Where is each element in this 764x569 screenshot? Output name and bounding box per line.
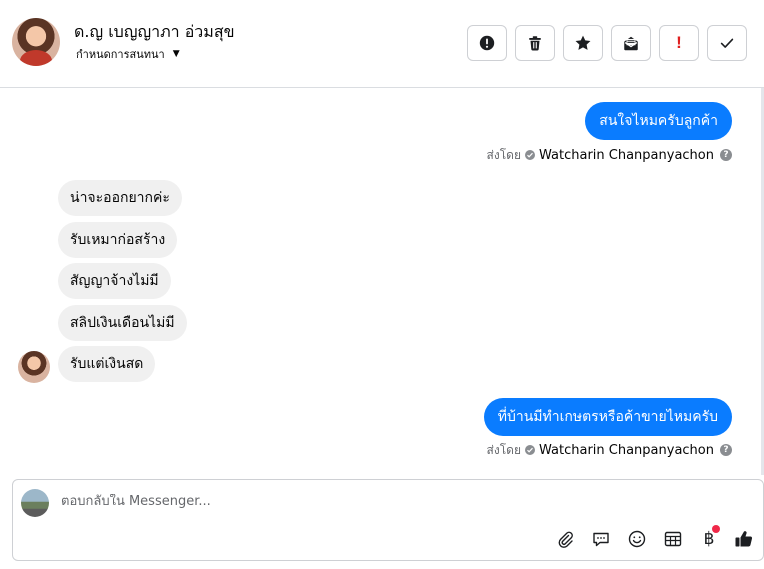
delete-button[interactable] bbox=[515, 25, 555, 61]
sent-by-prefix: ส่งโดย bbox=[486, 147, 521, 162]
speech-bubble-icon bbox=[593, 532, 609, 547]
smiley-icon bbox=[628, 530, 646, 548]
message-bubble-incoming[interactable]: รับแต่เงินสด bbox=[58, 346, 156, 382]
message-thread[interactable]: สนใจไหมครับลูกค้า ส่งโดย Watcharin Chanp… bbox=[0, 88, 764, 475]
payment-button[interactable]: ฿ bbox=[697, 525, 721, 551]
sent-by-line: ส่งโดย Watcharin Chanpanyachon ? bbox=[487, 147, 732, 163]
help-icon[interactable]: ? bbox=[720, 149, 732, 161]
page-avatar bbox=[21, 489, 49, 517]
exclamation-icon: ! bbox=[676, 33, 682, 52]
thumbs-up-icon bbox=[735, 531, 753, 547]
emoji-button[interactable] bbox=[625, 527, 649, 551]
assign-conversation-dropdown[interactable]: กำหนดการสนทนา ▼ bbox=[76, 45, 180, 63]
paperclip-icon bbox=[558, 531, 573, 548]
table-grid-icon bbox=[664, 531, 682, 547]
verified-check-icon bbox=[525, 150, 535, 160]
sent-by-line: ส่งโดย Watcharin Chanpanyachon ? bbox=[487, 442, 732, 458]
agent-name: Watcharin Chanpanyachon bbox=[539, 442, 714, 458]
sent-by-prefix: ส่งโดย bbox=[486, 442, 521, 457]
message-bubble-incoming[interactable]: สลิปเงินเดือนไม่มี bbox=[58, 305, 187, 341]
mark-done-button[interactable] bbox=[707, 25, 747, 61]
like-button[interactable] bbox=[732, 527, 756, 551]
alert-icon bbox=[479, 35, 495, 51]
message-bubble-outgoing[interactable]: สนใจไหมครับลูกค้า bbox=[585, 102, 732, 140]
verified-check-icon bbox=[525, 445, 535, 455]
appointment-button[interactable] bbox=[661, 527, 685, 551]
mark-important-button[interactable]: ! bbox=[659, 25, 699, 61]
mark-unread-button[interactable] bbox=[611, 25, 651, 61]
assign-conversation-label: กำหนดการสนทนา bbox=[76, 48, 165, 61]
contact-avatar-small bbox=[18, 351, 50, 383]
message-bubble-incoming[interactable]: น่าจะออกยากค่ะ bbox=[58, 180, 182, 216]
saved-replies-button[interactable] bbox=[589, 527, 613, 551]
message-bubble-outgoing[interactable]: ที่บ้านมีทำเกษตรหรือค้าขายไหมครับ bbox=[483, 398, 732, 436]
check-icon bbox=[720, 38, 734, 48]
attach-button[interactable] bbox=[553, 527, 577, 551]
trash-icon bbox=[529, 36, 541, 51]
reply-composer: ฿ bbox=[12, 479, 764, 561]
message-bubble-incoming[interactable]: รับเหมาก่อสร้าง bbox=[58, 222, 178, 258]
notification-dot bbox=[712, 525, 720, 533]
report-spam-button[interactable] bbox=[467, 25, 507, 61]
star-icon bbox=[575, 35, 591, 50]
help-icon[interactable]: ? bbox=[720, 444, 732, 456]
mark-unread-icon bbox=[624, 36, 638, 51]
star-button[interactable] bbox=[563, 25, 603, 61]
conversation-header: ด.ญ เบญญาภา อ่วมสุข กำหนดการสนทนา ▼ ! bbox=[0, 0, 764, 88]
caret-down-icon: ▼ bbox=[172, 49, 180, 59]
message-bubble-incoming[interactable]: สัญญาจ้างไม่มี bbox=[58, 263, 171, 299]
contact-name[interactable]: ด.ญ เบญญาภา อ่วมสุข bbox=[74, 20, 235, 45]
agent-name: Watcharin Chanpanyachon bbox=[539, 147, 714, 163]
contact-avatar[interactable] bbox=[12, 18, 60, 66]
reply-input[interactable] bbox=[61, 494, 661, 509]
